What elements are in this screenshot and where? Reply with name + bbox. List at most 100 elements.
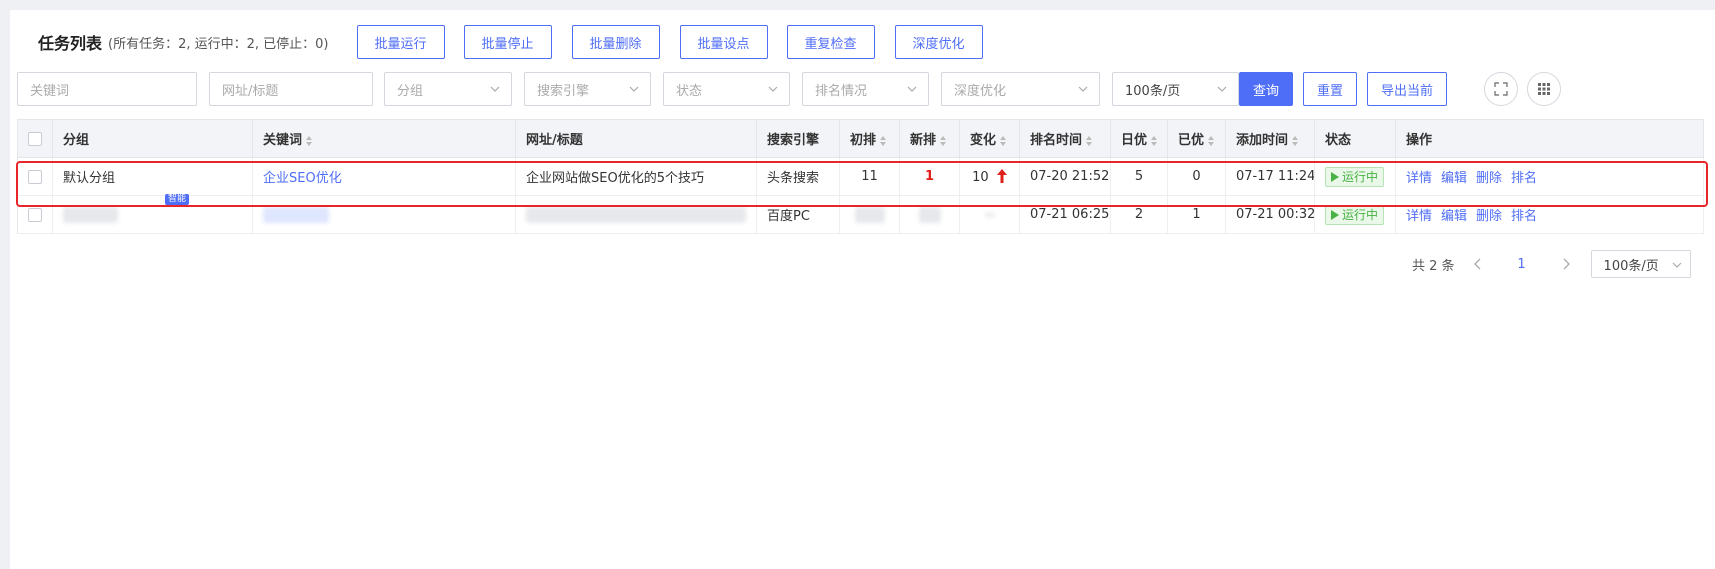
delete-link[interactable]: 删除 [1476,171,1502,186]
pager-size-select[interactable]: 100条/页 [1590,250,1691,278]
select-all-cell[interactable] [17,119,53,158]
export-current-button[interactable]: 导出当前 [1367,72,1447,106]
chevron-down-icon [907,86,917,92]
cell-url: 企业网站做SEO优化的5个技巧 [515,157,757,196]
col-change-label: 变化 [970,133,997,148]
prev-page-button[interactable] [1463,258,1493,270]
batch-run-button[interactable]: 批量运行 [356,25,445,59]
col-initial[interactable]: 初排 [839,119,900,158]
edit-link[interactable]: 编辑 [1441,209,1467,224]
pagination: 共 2 条 1 100条/页 [1412,249,1691,279]
chevron-down-icon [1078,86,1088,92]
next-page-button[interactable] [1551,258,1581,270]
table-row: 默认分组 企业SEO优化 企业网站做SEO优化的5个技巧 头条搜索 11 1 1… [17,157,1704,196]
column-settings-button[interactable] [1527,72,1561,106]
query-button[interactable]: 查询 [1239,72,1293,106]
deep-optimize-select[interactable]: 深度优化 [941,72,1100,106]
batch-stop-button[interactable]: 批量停止 [463,25,552,59]
sort-icon[interactable] [939,135,947,147]
row-checkbox[interactable] [28,207,42,222]
status-label: 运行中 [1342,208,1379,222]
cell-status: 运行中 [1314,195,1396,234]
delete-link[interactable]: 删除 [1476,209,1502,224]
cell-new [899,195,960,234]
detail-link[interactable]: 详情 [1406,171,1432,186]
ranking-select[interactable]: 排名情况 [802,72,929,106]
edit-link[interactable]: 编辑 [1441,171,1467,186]
cell-rank-time: 07-20 21:52 [1019,157,1111,196]
row-checkbox[interactable] [28,169,42,184]
play-icon [1331,171,1339,182]
cell-ops: 详情 编辑 删除 排名 [1395,195,1704,234]
row-select-cell[interactable] [17,157,53,196]
cell-engine: 百度PC [756,195,840,234]
status-select[interactable]: 状态 [663,72,790,106]
page-title: 任务列表 [38,34,103,53]
cell-initial: 11 [839,157,900,196]
sort-icon[interactable] [1291,135,1299,147]
blurred-new [918,206,941,223]
cell-change [959,195,1020,234]
sort-icon[interactable] [1207,135,1215,147]
status-badge: 运行中 [1325,204,1385,225]
engine-select[interactable]: 搜索引擎 [524,72,651,106]
rank-link[interactable]: 排名 [1511,171,1537,186]
sort-icon[interactable] [999,135,1007,147]
sort-icon[interactable] [1085,135,1093,147]
fullscreen-button[interactable] [1484,72,1518,106]
duplicate-check-button[interactable]: 重复检查 [786,25,875,59]
batch-setpoint-button[interactable]: 批量设点 [679,25,768,59]
col-engine: 搜索引擎 [756,119,840,158]
batch-delete-button[interactable]: 批量删除 [571,25,660,59]
cell-done: 0 [1167,157,1226,196]
col-daily-label: 日优 [1121,133,1148,148]
chevron-down-icon [490,86,500,92]
page-size-select-label: 100条/页 [1125,83,1181,99]
col-change[interactable]: 变化 [959,119,1020,158]
table-row: 智能 百度PC 07-21 06:25 2 1 07-21 00:32 运行中 [17,194,1704,234]
blurred-change [984,212,995,217]
reset-button[interactable]: 重置 [1303,72,1357,106]
current-page[interactable]: 1 [1507,257,1537,272]
col-ops: 操作 [1395,119,1704,158]
blurred-keyword [263,206,329,223]
arrow-up-icon [996,168,1007,183]
sort-icon[interactable] [879,135,887,147]
cell-ops: 详情 编辑 删除 排名 [1395,157,1704,196]
col-done-label: 已优 [1178,133,1205,148]
chevron-down-icon [1672,262,1681,268]
engine-select-label: 搜索引擎 [537,83,590,99]
col-done[interactable]: 已优 [1167,119,1226,158]
table-header-row: 分组 关键词 网址/标题 搜索引擎 初排 新排 变化 排名时间 日优 已优 添加… [17,119,1704,158]
deep-optimize-button[interactable]: 深度优化 [894,25,983,59]
sort-icon[interactable] [305,135,313,147]
col-initial-label: 初排 [850,133,877,148]
col-keyword[interactable]: 关键词 [252,119,516,158]
keyword-input[interactable]: 关键词 [17,72,197,106]
rank-link[interactable]: 排名 [1511,209,1537,224]
col-daily[interactable]: 日优 [1110,119,1168,158]
col-rank-time[interactable]: 排名时间 [1019,119,1111,158]
cell-keyword[interactable]: 企业SEO优化 [252,157,516,196]
chevron-right-icon [1563,258,1570,270]
cell-done: 1 [1167,195,1226,234]
page-size-select[interactable]: 100条/页 [1112,72,1239,106]
pager-size-label: 100条/页 [1603,258,1659,274]
row-select-cell[interactable] [17,195,53,234]
total-count: 共 2 条 [1412,258,1455,274]
col-new[interactable]: 新排 [899,119,960,158]
url-title-input[interactable]: 网址/标题 [209,72,373,106]
chevron-left-icon [1473,258,1481,270]
sort-icon[interactable] [1150,135,1158,147]
col-url: 网址/标题 [515,119,757,158]
cell-new: 1 [899,157,960,196]
col-status: 状态 [1314,119,1396,158]
col-new-label: 新排 [910,133,937,148]
cell-added: 07-21 00:32 [1225,195,1315,234]
select-all-checkbox[interactable] [28,131,42,146]
group-select[interactable]: 分组 [384,72,512,106]
cell-keyword[interactable] [252,195,516,234]
col-added-label: 添加时间 [1236,133,1289,148]
detail-link[interactable]: 详情 [1406,209,1432,224]
col-added[interactable]: 添加时间 [1225,119,1315,158]
